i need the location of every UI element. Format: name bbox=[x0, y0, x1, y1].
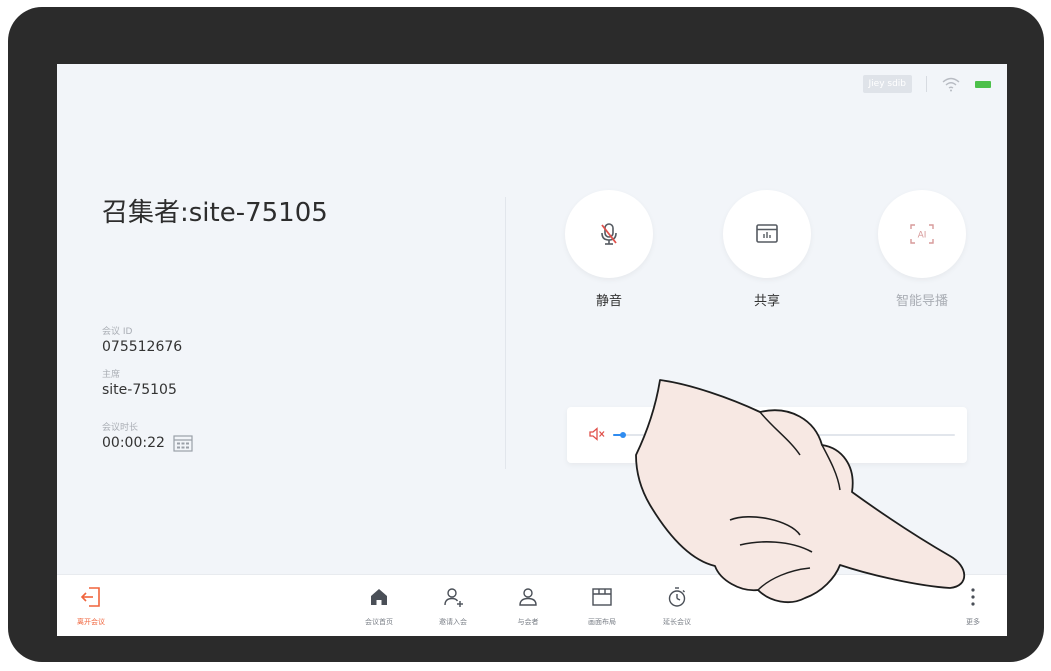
tablet-frame: Jiey sdib 召集者:site-75105 会议 ID 075512676… bbox=[8, 7, 1044, 662]
status-bar: Jiey sdib bbox=[862, 73, 991, 95]
leave-meeting-button[interactable]: 离开会议 bbox=[61, 585, 121, 627]
user-icon bbox=[519, 588, 537, 606]
invite-label: 邀请入会 bbox=[439, 618, 467, 626]
meeting-id-label: 会议 ID bbox=[102, 327, 133, 337]
volume-knob[interactable] bbox=[620, 432, 627, 438]
mute-button[interactable]: 静音 bbox=[565, 190, 653, 309]
meeting-id-block: 会议 ID 075512676 bbox=[102, 326, 182, 356]
more-vertical-icon bbox=[971, 588, 975, 606]
layout-button[interactable]: 画面布局 bbox=[572, 585, 632, 627]
share-button[interactable]: 共享 bbox=[723, 190, 811, 309]
speaker-muted-icon[interactable] bbox=[587, 424, 607, 444]
layout-label: 画面布局 bbox=[588, 618, 616, 626]
microphone-muted-icon bbox=[601, 223, 617, 245]
extend-meeting-button[interactable]: 延长会议 bbox=[647, 585, 707, 627]
vertical-divider bbox=[505, 197, 506, 469]
smart-director-circle[interactable]: AI bbox=[878, 190, 966, 278]
duration-block: 会议时长 00:00:22 bbox=[102, 422, 193, 452]
chair-text: site-75105 bbox=[102, 382, 177, 398]
chair-block: 主席 site-75105 bbox=[102, 369, 177, 399]
chair-value: site-75105 bbox=[102, 381, 177, 399]
invite-button[interactable]: 邀请入会 bbox=[423, 585, 483, 627]
meeting-home-label: 会议首页 bbox=[365, 618, 393, 626]
battery-icon bbox=[975, 80, 991, 88]
meeting-id-text: 075512676 bbox=[102, 339, 183, 355]
convener-title: 召集者:site-75105 bbox=[102, 198, 328, 228]
more-button[interactable]: 更多 bbox=[943, 585, 1003, 627]
extend-meeting-label: 延长会议 bbox=[663, 618, 691, 626]
layout-icon bbox=[592, 588, 612, 606]
wifi-icon bbox=[942, 77, 960, 92]
bottom-toolbar: 离开会议 会议首页 邀请入会 与会者 画面布局 延长会议 更多 bbox=[57, 574, 1007, 636]
share-button-circle[interactable] bbox=[723, 190, 811, 278]
participants-button[interactable]: 与会者 bbox=[498, 585, 558, 627]
volume-slider[interactable] bbox=[613, 432, 955, 438]
mute-button-circle[interactable] bbox=[565, 190, 653, 278]
add-user-icon bbox=[444, 588, 463, 607]
participants-label: 与会者 bbox=[517, 618, 539, 626]
mute-label: 静音 bbox=[595, 294, 622, 309]
status-separator bbox=[926, 76, 927, 92]
more-label: 更多 bbox=[966, 618, 980, 626]
smart-director-label: 智能导播 bbox=[895, 294, 948, 309]
timer-icon bbox=[668, 587, 686, 607]
meeting-home-button[interactable]: 会议首页 bbox=[349, 585, 409, 627]
share-label: 共享 bbox=[753, 294, 780, 309]
svg-text:AI: AI bbox=[918, 231, 927, 241]
chair-label: 主席 bbox=[102, 370, 121, 380]
meeting-id-value: 075512676 bbox=[102, 338, 182, 356]
duration-text: 00:00:22 bbox=[102, 435, 165, 451]
meeting-screen: Jiey sdib 召集者:site-75105 会议 ID 075512676… bbox=[57, 64, 1007, 636]
exit-icon bbox=[80, 587, 100, 607]
share-screen-icon bbox=[756, 224, 778, 243]
smart-director-button[interactable]: AI 智能导播 bbox=[878, 190, 966, 309]
duration-value: 00:00:22 bbox=[102, 434, 193, 452]
calendar-icon[interactable] bbox=[173, 434, 193, 452]
status-chip: Jiey sdib bbox=[862, 75, 912, 93]
volume-panel bbox=[567, 407, 967, 463]
smart-director-icon: AI bbox=[910, 224, 934, 244]
leave-meeting-label: 离开会议 bbox=[77, 618, 105, 626]
home-icon bbox=[371, 589, 387, 605]
duration-label: 会议时长 bbox=[102, 423, 139, 433]
